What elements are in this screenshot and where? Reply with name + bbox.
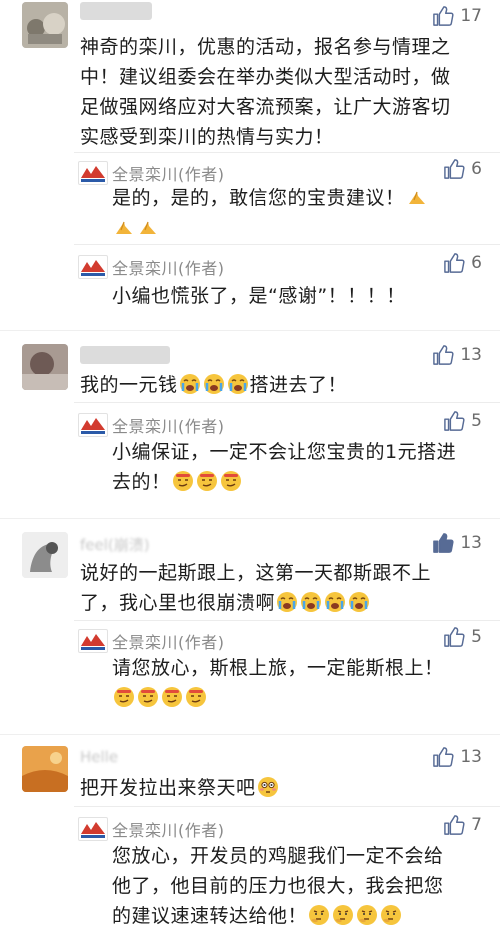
divider xyxy=(0,734,500,735)
like-button[interactable]: 17 xyxy=(432,6,482,26)
smirk-face-emoji-icon xyxy=(196,470,218,492)
thumbs-up-icon xyxy=(444,627,465,647)
divider xyxy=(0,518,500,519)
thumbs-up-filled-icon xyxy=(433,533,454,553)
like-button[interactable]: 13 xyxy=(432,747,482,767)
like-button[interactable]: 13 xyxy=(432,533,482,553)
thumbs-up-icon xyxy=(433,6,454,26)
like-button[interactable]: 6 xyxy=(443,253,482,273)
loudly-crying-face-emoji-icon xyxy=(227,373,249,395)
author-avatar[interactable] xyxy=(78,413,108,437)
like-count: 13 xyxy=(460,533,482,553)
praying-hands-emoji-icon xyxy=(137,216,159,238)
loudly-crying-face-emoji-icon xyxy=(300,591,322,613)
smirk-face-emoji-icon xyxy=(113,686,135,708)
like-count: 13 xyxy=(460,747,482,767)
comment-text: 神奇的栾川，优惠的活动，报名参与情理之 中！建议组委会在举办类似大型活动时，做 … xyxy=(80,36,451,148)
divider xyxy=(0,330,500,331)
flushed-face-emoji-icon xyxy=(257,776,279,798)
like-button[interactable]: 5 xyxy=(443,411,482,431)
username-blurred xyxy=(80,346,170,364)
thumbs-up-icon xyxy=(444,159,465,179)
like-count: 6 xyxy=(471,253,482,273)
like-button[interactable]: 5 xyxy=(443,627,482,647)
smirk-face-emoji-icon xyxy=(161,686,183,708)
author-name[interactable]: 全景栾川(作者) xyxy=(112,161,225,185)
thinking-face-emoji-icon xyxy=(332,904,354,926)
like-button[interactable]: 6 xyxy=(443,159,482,179)
loudly-crying-face-emoji-icon xyxy=(276,591,298,613)
avatar[interactable] xyxy=(22,344,68,390)
thumbs-up-icon xyxy=(444,253,465,273)
smirk-face-emoji-icon xyxy=(220,470,242,492)
thumbs-up-icon xyxy=(444,411,465,431)
praying-hands-emoji-icon xyxy=(406,186,428,208)
thinking-face-emoji-icon xyxy=(356,904,378,926)
reply-text: 请您放心，斯根上旅，一定能斯根上！ xyxy=(112,653,492,713)
author-reply: 全景栾川(作者) 6 小编也慌张了，是“感谢”！！！！ xyxy=(74,244,500,315)
thumbs-up-icon xyxy=(444,815,465,835)
thinking-face-emoji-icon xyxy=(308,904,330,926)
author-avatar[interactable] xyxy=(78,629,108,653)
loudly-crying-face-emoji-icon xyxy=(203,373,225,395)
author-avatar[interactable] xyxy=(78,161,108,185)
like-count: 5 xyxy=(471,411,482,431)
author-reply: 全景栾川(作者) 6 是的，是的，敢信您的宝贵建议！ xyxy=(74,152,500,237)
reply-text: 小编保证，一定不会让您宝贵的1元搭进 去的！ xyxy=(112,441,457,493)
smirk-face-emoji-icon xyxy=(185,686,207,708)
thinking-face-emoji-icon xyxy=(380,904,402,926)
like-count: 13 xyxy=(460,345,482,365)
like-count: 17 xyxy=(460,6,482,26)
thumbs-up-icon xyxy=(433,345,454,365)
like-button[interactable]: 13 xyxy=(432,345,482,365)
avatar[interactable] xyxy=(22,746,68,792)
comment-text: 说好的一起斯跟上，这第一天都斯跟不上 了，我心里也很崩溃啊 xyxy=(80,562,432,614)
comment-text: 把开发拉出来祭天吧 xyxy=(80,773,490,803)
author-name[interactable]: 全景栾川(作者) xyxy=(112,629,225,653)
like-button[interactable]: 7 xyxy=(443,815,482,835)
loudly-crying-face-emoji-icon xyxy=(348,591,370,613)
avatar[interactable] xyxy=(22,532,68,578)
like-count: 5 xyxy=(471,627,482,647)
comment-text: 我的一元钱 搭进去了！ xyxy=(80,373,348,396)
reply-text: 您放心，开发员的鸡腿我们一定不会给 他了，他目前的压力也很大，我会把您 的建议速… xyxy=(112,845,444,927)
username-blurred xyxy=(80,2,152,20)
username: Helle xyxy=(80,748,119,766)
loudly-crying-face-emoji-icon xyxy=(324,591,346,613)
author-reply: 全景栾川(作者) 7 您放心，开发员的鸡腿我们一定不会给 他了，他目前的压力也很… xyxy=(74,806,500,947)
loudly-crying-face-emoji-icon xyxy=(179,373,201,395)
reply-text: 是的，是的，敢信您的宝贵建议！ xyxy=(112,183,492,243)
praying-hands-emoji-icon xyxy=(113,216,135,238)
author-name[interactable]: 全景栾川(作者) xyxy=(112,817,225,841)
reply-text: 小编也慌张了，是“感谢”！！！！ xyxy=(112,285,406,307)
like-count: 6 xyxy=(471,159,482,179)
author-avatar[interactable] xyxy=(78,817,108,841)
author-name[interactable]: 全景栾川(作者) xyxy=(112,413,225,437)
like-count: 7 xyxy=(471,815,482,835)
author-reply: 全景栾川(作者) 5 请您放心，斯根上旅，一定能斯根上！ xyxy=(74,620,500,721)
author-name[interactable]: 全景栾川(作者) xyxy=(112,255,225,279)
smirk-face-emoji-icon xyxy=(172,470,194,492)
avatar[interactable] xyxy=(22,2,68,48)
smirk-face-emoji-icon xyxy=(137,686,159,708)
thumbs-up-icon xyxy=(433,747,454,767)
author-avatar[interactable] xyxy=(78,255,108,279)
username: feel(崩溃) xyxy=(80,536,150,554)
author-reply: 全景栾川(作者) 5 小编保证，一定不会让您宝贵的1元搭进 去的！ xyxy=(74,402,500,503)
